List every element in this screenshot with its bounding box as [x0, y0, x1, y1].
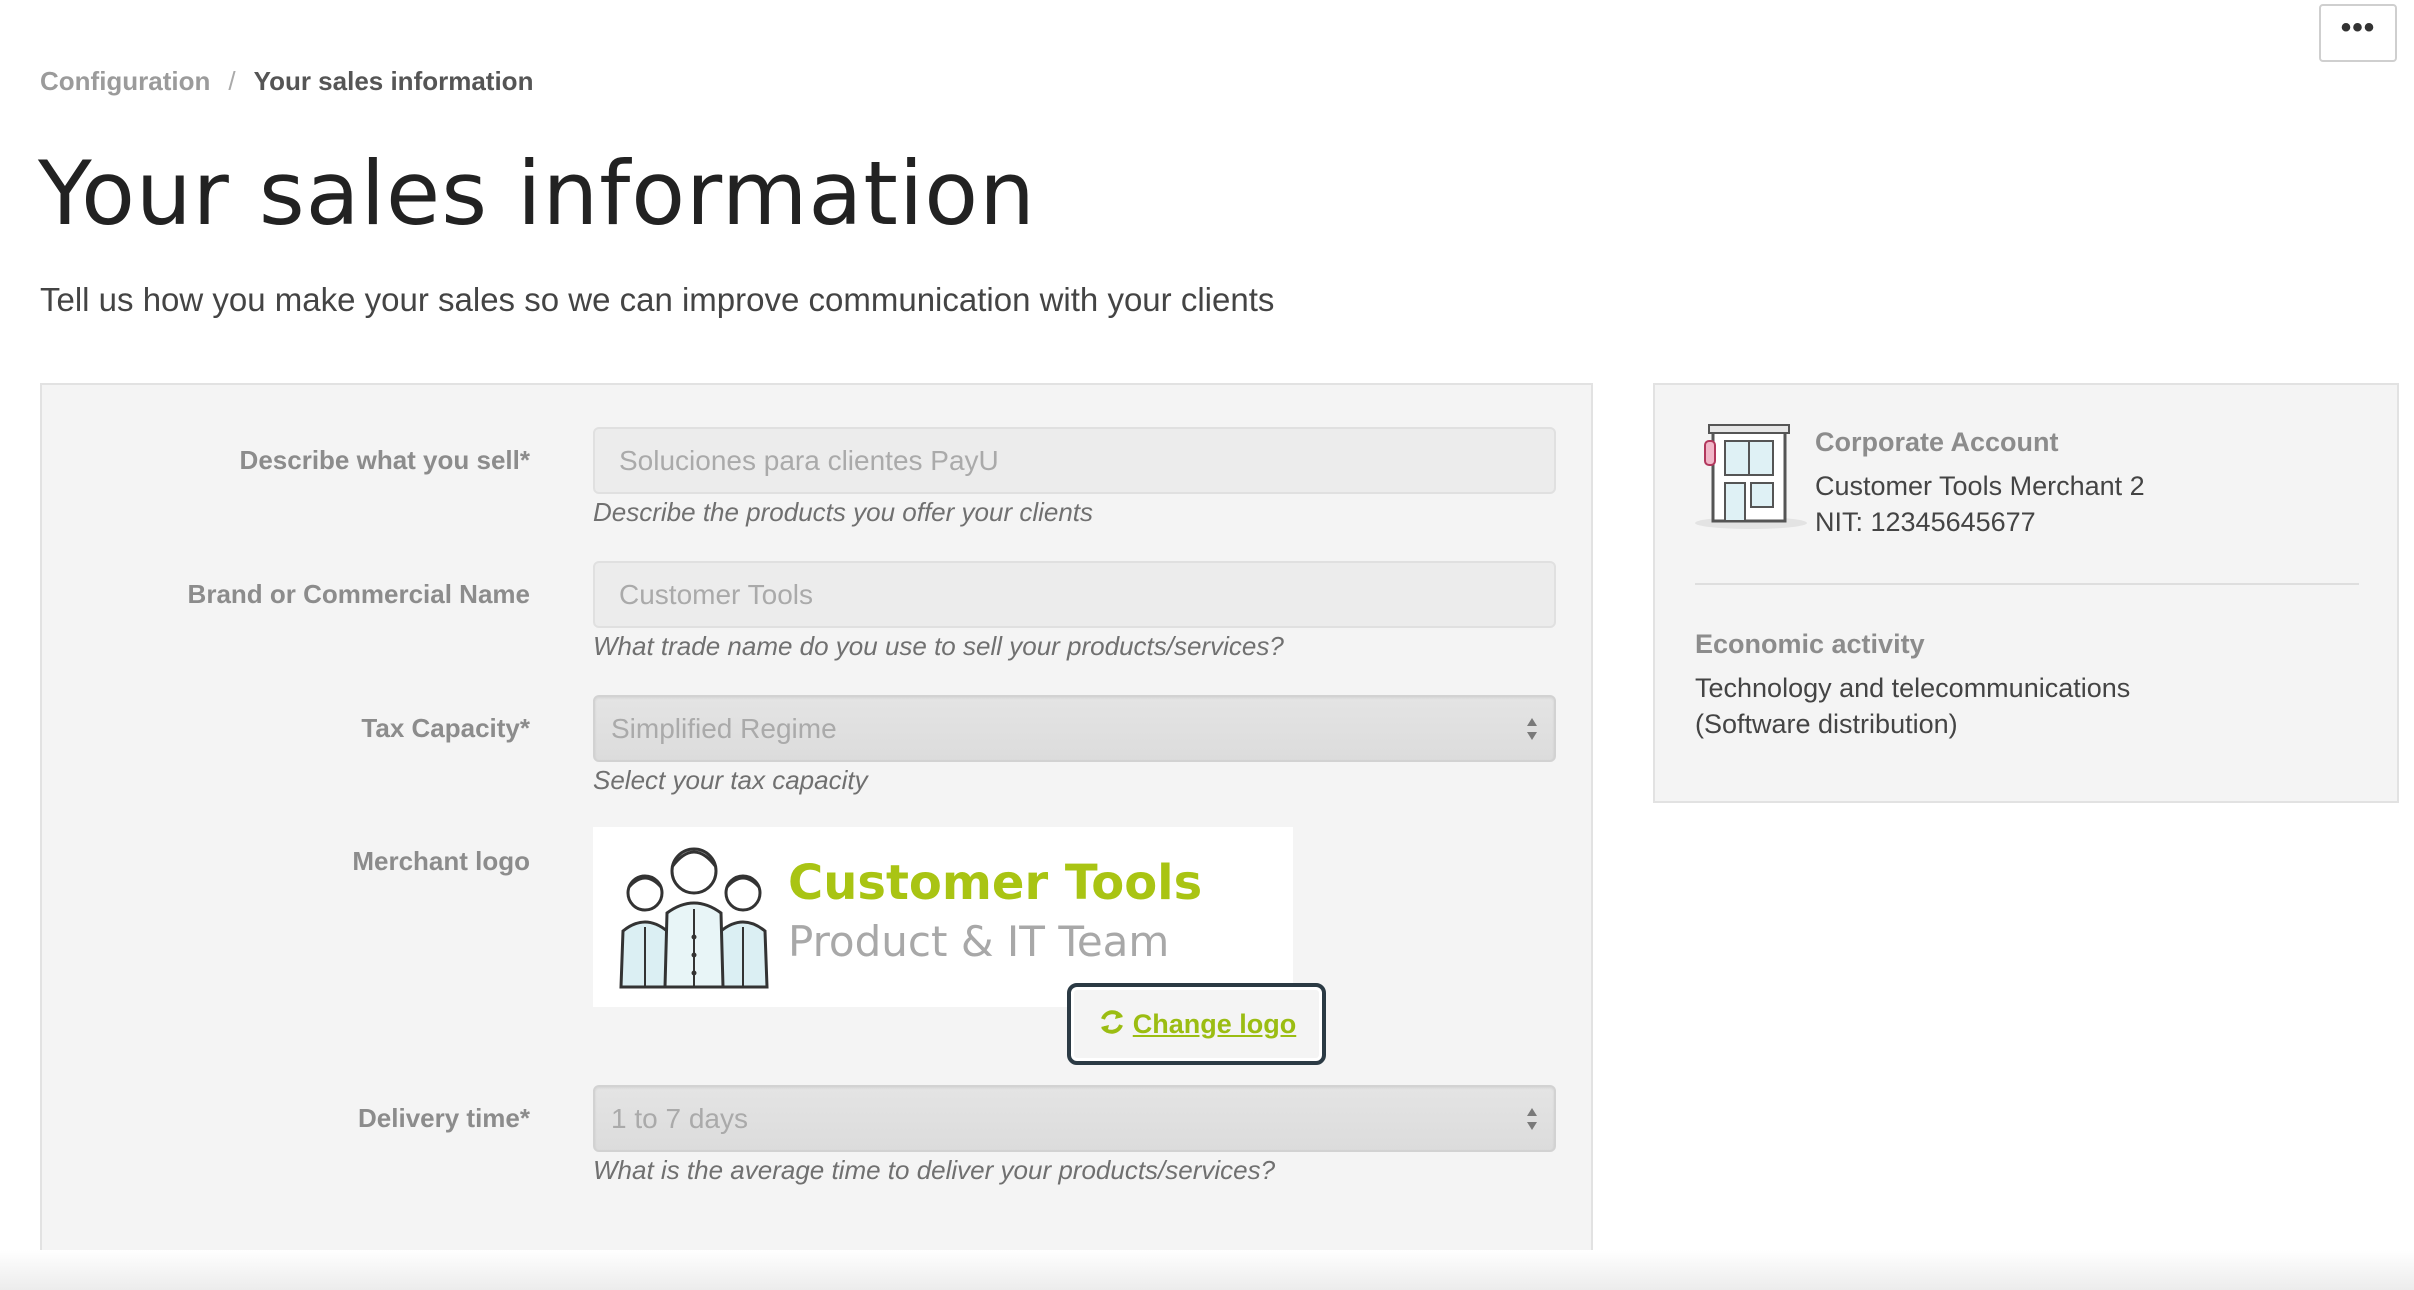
more-menu-button[interactable]: ••• — [2319, 4, 2397, 62]
page-title: Your sales information — [38, 142, 1036, 245]
describe-input[interactable] — [593, 427, 1556, 494]
merchant-logo-label: Merchant logo — [352, 846, 530, 876]
brand-label: Brand or Commercial Name — [187, 579, 530, 609]
merchant-nit: NIT: 12345645677 — [1815, 507, 2036, 537]
page-bottom-fade — [0, 1250, 2414, 1290]
tax-select[interactable]: Simplified Regime — [593, 695, 1556, 762]
brand-input[interactable] — [593, 561, 1556, 628]
economic-activity-title: Economic activity — [1695, 629, 1925, 659]
economic-activity-line-1: Technology and telecommunications — [1695, 673, 2131, 703]
page-subtitle: Tell us how you make your sales so we ca… — [40, 281, 1275, 318]
logo-team-text: Product & IT Team — [788, 917, 1170, 966]
store-icon — [1695, 423, 1815, 538]
describe-help: Describe the products you offer your cli… — [593, 497, 1094, 527]
corporate-account-card: Corporate Account Customer Tools Merchan… — [1653, 383, 2399, 803]
merchant-logo-image: Customer Tools Product & IT Team — [593, 827, 1293, 1007]
select-arrows-icon — [1526, 716, 1538, 742]
describe-label: Describe what you sell* — [239, 445, 530, 475]
tax-label: Tax Capacity* — [361, 713, 530, 743]
breadcrumb-link-configuration[interactable]: Configuration — [40, 66, 210, 97]
delivery-select-value: 1 to 7 days — [611, 1102, 748, 1134]
divider — [1695, 583, 2359, 585]
refresh-icon — [1097, 1007, 1127, 1042]
delivery-select[interactable]: 1 to 7 days — [593, 1085, 1556, 1152]
breadcrumb-current: Your sales information — [253, 66, 534, 96]
economic-activity-line-2: (Software distribution) — [1695, 709, 1958, 739]
breadcrumb: Configuration / Your sales information — [40, 66, 533, 97]
sales-info-form: Describe what you sell* Describe the pro… — [40, 383, 1593, 1258]
tax-select-value: Simplified Regime — [611, 712, 837, 744]
change-logo-button[interactable]: Change logo — [1067, 983, 1326, 1065]
delivery-label: Delivery time* — [358, 1103, 530, 1133]
change-logo-label: Change logo — [1132, 1008, 1297, 1039]
delivery-help: What is the average time to deliver your… — [593, 1155, 1276, 1185]
more-icon: ••• — [2340, 11, 2376, 44]
select-arrows-icon — [1526, 1106, 1538, 1132]
logo-brand-text: Customer Tools — [788, 855, 1203, 911]
brand-help: What trade name do you use to sell your … — [593, 631, 1284, 661]
tax-help: Select your tax capacity — [593, 765, 868, 795]
account-type-title: Corporate Account — [1815, 427, 2059, 457]
team-illustration-icon — [619, 847, 769, 989]
breadcrumb-separator: / — [228, 66, 236, 96]
merchant-name: Customer Tools Merchant 2 — [1815, 471, 2145, 501]
